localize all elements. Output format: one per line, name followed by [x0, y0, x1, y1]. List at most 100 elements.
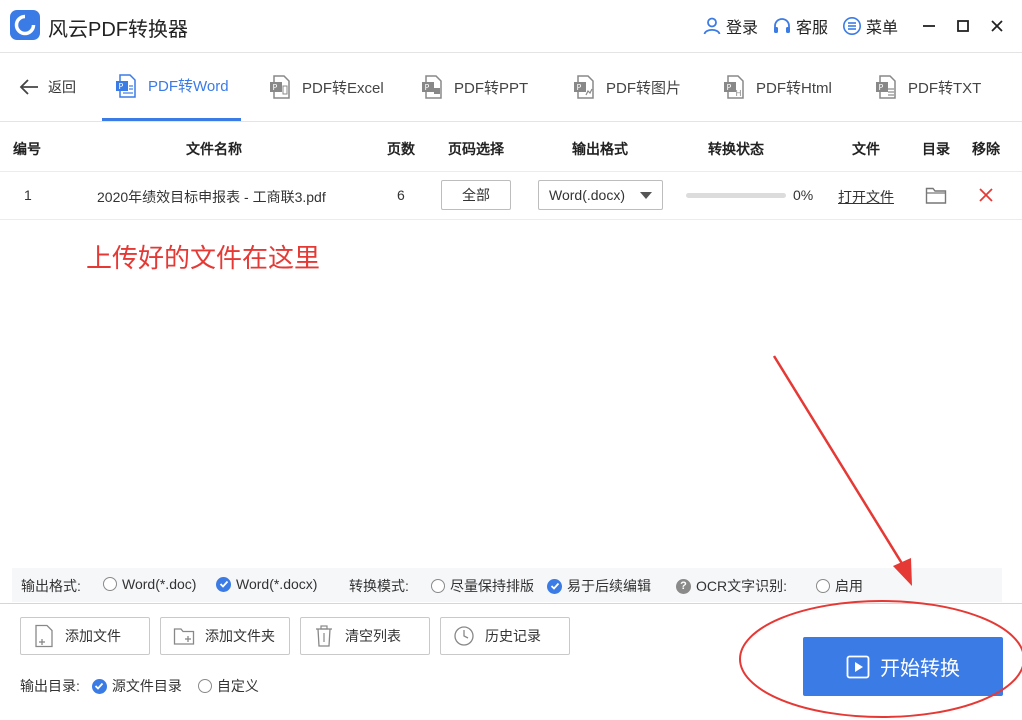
add-folder-button[interactable]: 添加文件夹	[160, 617, 290, 655]
maximize-icon	[957, 20, 969, 32]
format-docx-radio[interactable]: Word(*.docx)	[216, 576, 317, 592]
close-icon	[991, 20, 1003, 32]
conversion-mode-label-text: 转换模式:	[349, 578, 409, 594]
mode-edit-label: 易于后续编辑	[567, 578, 651, 594]
minimize-icon	[923, 25, 935, 27]
tab-pdf-to-ppt[interactable]: P PDF转PPT	[420, 53, 528, 121]
output-format-value: Word(.docx)	[549, 187, 625, 203]
maximize-button[interactable]	[946, 9, 980, 43]
tab-pdf-to-html[interactable]: P H PDF转Html	[722, 53, 832, 121]
radio-unchecked-icon	[816, 579, 830, 593]
tab-label: PDF转Excel	[302, 79, 384, 97]
row-file-name: 2020年绩效目标申报表 - 工商联3.pdf	[97, 189, 326, 205]
help-icon[interactable]: ?	[676, 578, 691, 594]
clock-icon	[454, 626, 474, 646]
minimize-button[interactable]	[912, 9, 946, 43]
page-range-button[interactable]: 全部	[441, 180, 511, 210]
pdf-ppt-icon: P	[422, 75, 442, 99]
tab-bar: 返回 P PDF转Word P PDF转Excel P PDF转PPT P PD…	[0, 52, 1022, 122]
login-button[interactable]: 登录	[702, 14, 758, 38]
add-file-label: 添加文件	[65, 628, 121, 644]
headset-icon	[773, 18, 790, 33]
start-conversion-label: 开始转换	[880, 658, 960, 680]
svg-text:P: P	[119, 82, 124, 91]
row-pages: 6	[397, 187, 405, 203]
ocr-enable-radio[interactable]: 启用	[816, 576, 863, 596]
conversion-options-bar: 输出格式: Word(*.doc) Word(*.docx) 转换模式: 尽量保…	[12, 568, 1002, 602]
app-title: 风云PDF转换器	[48, 19, 188, 41]
pdf-html-icon: P H	[724, 75, 744, 99]
outdir-source-radio[interactable]: 源文件目录	[91, 676, 182, 696]
pdf-word-icon: P	[116, 73, 136, 98]
chevron-down-icon	[640, 192, 652, 199]
radio-unchecked-icon	[103, 577, 117, 591]
format-doc-radio[interactable]: Word(*.doc)	[103, 576, 196, 592]
output-format-select[interactable]: Word(.docx)	[538, 180, 663, 210]
radio-checked-icon	[547, 578, 562, 594]
mode-layout-radio[interactable]: 尽量保持排版	[431, 576, 534, 596]
start-conversion-button[interactable]: 开始转换	[803, 637, 1003, 696]
login-label: 登录	[725, 20, 758, 37]
menu-button[interactable]: 菜单	[842, 14, 898, 38]
ocr-enable-label: 启用	[835, 578, 863, 594]
clear-list-button[interactable]: 清空列表	[300, 617, 430, 655]
trash-icon	[316, 625, 332, 647]
format-docx-label: Word(*.docx)	[236, 576, 318, 592]
output-format-label: 输出格式:	[21, 576, 81, 596]
header-remove: 移除	[972, 141, 1000, 157]
back-button[interactable]: 返回	[18, 77, 76, 97]
svg-text:P: P	[577, 83, 582, 92]
close-button[interactable]	[980, 9, 1014, 43]
table-row: 1 2020年绩效目标申报表 - 工商联3.pdf 6 全部 Word(.doc…	[0, 172, 1022, 220]
output-format-label-text: 输出格式:	[21, 578, 81, 594]
folder-icon[interactable]	[925, 185, 947, 205]
open-file-link[interactable]: 打开文件	[838, 187, 894, 207]
tab-label: PDF转PPT	[454, 79, 529, 97]
outdir-custom-radio[interactable]: 自定义	[197, 676, 259, 696]
annotation-arrow-shaft	[772, 355, 908, 571]
menu-icon	[842, 17, 861, 35]
outdir-source-label: 源文件目录	[111, 678, 182, 694]
pdf-txt-icon: P	[876, 75, 896, 99]
app-logo-icon	[10, 10, 40, 40]
pdf-image-icon: P	[574, 75, 594, 99]
svg-text:P: P	[273, 83, 278, 92]
user-icon	[703, 17, 721, 35]
tab-pdf-to-excel[interactable]: P PDF转Excel	[268, 53, 384, 121]
svg-text:H: H	[736, 89, 742, 98]
row-index: 1	[24, 187, 32, 203]
ocr-label: ? OCR文字识别:	[676, 576, 787, 596]
title-bar: 风云PDF转换器 登录 客服 菜单	[0, 0, 1022, 52]
tab-pdf-to-word[interactable]: P PDF转Word	[102, 53, 241, 121]
format-doc-label: Word(*.doc)	[122, 576, 197, 592]
header-dir: 目录	[922, 141, 950, 157]
ocr-label-text: OCR文字识别:	[696, 578, 787, 594]
service-button[interactable]: 客服	[772, 14, 828, 38]
header-format: 输出格式	[572, 141, 628, 157]
table-header: 编号 文件名称 页数 页码选择 输出格式 转换状态 文件 目录 移除	[0, 124, 1022, 172]
menu-label: 菜单	[865, 20, 898, 37]
outdir-custom-label: 自定义	[216, 678, 259, 694]
header-index: 编号	[13, 141, 41, 157]
tab-label: PDF转Html	[756, 79, 832, 97]
remove-icon[interactable]	[978, 187, 994, 203]
bottom-toolbar: 添加文件 添加文件夹 清空列表 历史记录 输出目录: 源文件目录 自定义 开始转…	[0, 603, 1022, 720]
outdir-label: 输出目录:	[20, 678, 80, 694]
tab-label: PDF转Word	[148, 78, 229, 95]
header-file: 文件	[852, 141, 880, 157]
tab-label: PDF转图片	[606, 79, 682, 97]
add-file-button[interactable]: 添加文件	[20, 617, 150, 655]
progress-percent: 0%	[793, 187, 814, 203]
tab-pdf-to-txt[interactable]: P PDF转TXT	[874, 53, 981, 121]
pdf-excel-icon: P	[270, 75, 290, 99]
header-range: 页码选择	[448, 141, 504, 157]
tab-label: PDF转TXT	[908, 79, 982, 97]
mode-edit-radio[interactable]: 易于后续编辑	[547, 576, 651, 596]
radio-unchecked-icon	[197, 679, 212, 693]
history-button[interactable]: 历史记录	[440, 617, 570, 655]
mode-layout-label: 尽量保持排版	[450, 578, 534, 594]
history-label: 历史记录	[485, 628, 541, 644]
tab-pdf-to-image[interactable]: P PDF转图片	[572, 53, 681, 121]
header-name: 文件名称	[186, 141, 242, 157]
conversion-mode-label: 转换模式:	[349, 576, 409, 596]
